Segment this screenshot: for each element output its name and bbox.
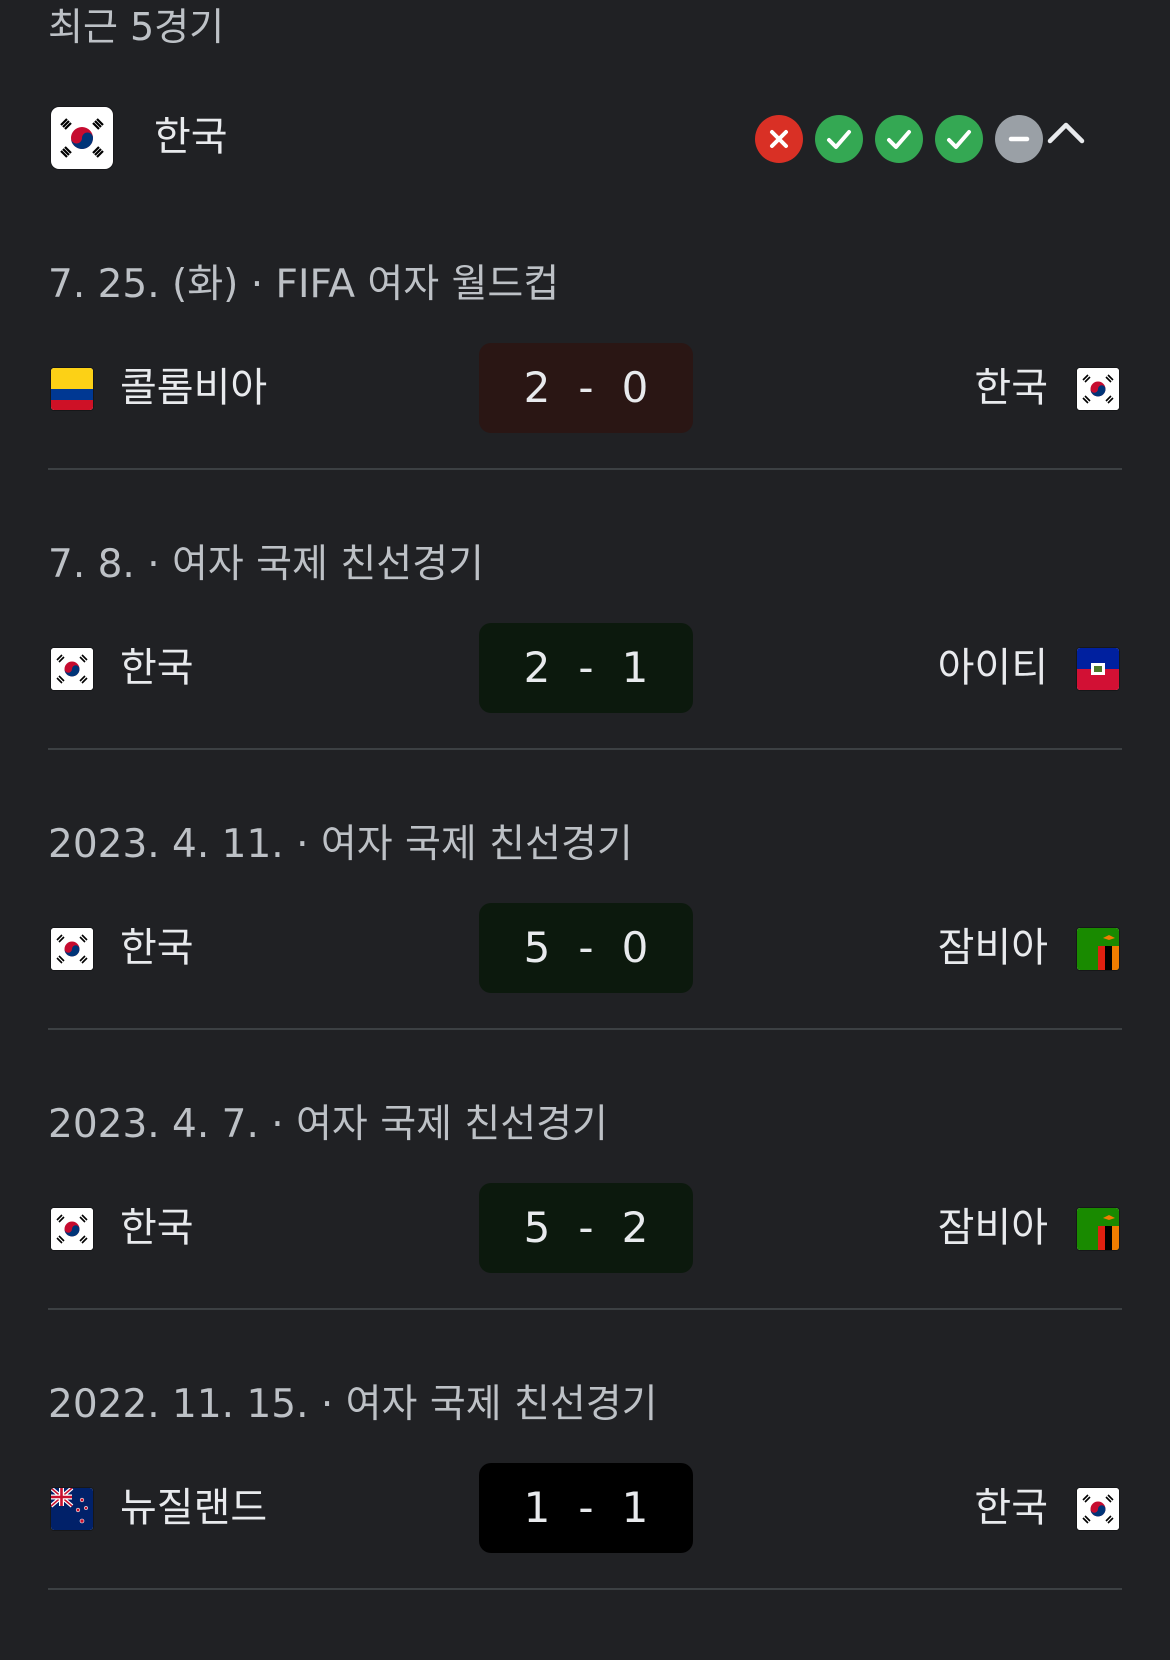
home-team-name: 한국: [120, 1205, 194, 1251]
home-team-name: 한국: [120, 925, 194, 971]
match-card[interactable]: 2023. 4. 11. · 여자 국제 친선경기 한국 5 - 0 잠비아: [48, 820, 1122, 1100]
match-divider: [48, 468, 1122, 470]
south-korea-flag-icon: [51, 1208, 93, 1250]
home-score: 1: [523, 1483, 551, 1532]
x-icon: [755, 115, 803, 163]
south-korea-flag-icon: [1077, 368, 1119, 410]
south-korea-flag-icon: [1077, 1488, 1119, 1530]
away-team-name: 아이티: [937, 645, 1048, 691]
home-team-name: 한국: [120, 645, 194, 691]
match-card[interactable]: 2022. 11. 15. · 여자 국제 친선경기 뉴질랜드 1 - 1 한국: [48, 1380, 1122, 1660]
home-score: 2: [523, 363, 551, 412]
away-score: 2: [621, 1203, 649, 1252]
match-date-competition: 2023. 4. 7. · 여자 국제 친선경기: [48, 1102, 608, 1147]
score-separator: -: [578, 1203, 594, 1252]
away-score: 0: [621, 363, 649, 412]
match-card[interactable]: 2023. 4. 7. · 여자 국제 친선경기 한국 5 - 2 잠비아: [48, 1100, 1122, 1380]
score-separator: -: [578, 363, 594, 412]
zambia-flag-icon: [1077, 1208, 1119, 1250]
south-korea-flag-icon: [51, 107, 113, 169]
home-team-name: 뉴질랜드: [120, 1485, 268, 1531]
score-separator: -: [578, 643, 594, 692]
check-icon: [815, 115, 863, 163]
check-icon: [875, 115, 923, 163]
match-date-competition: 7. 25. (화) · FIFA 여자 월드컵: [48, 262, 560, 307]
away-team-name: 잠비아: [937, 925, 1048, 971]
match-date-competition: 2023. 4. 11. · 여자 국제 친선경기: [48, 822, 633, 867]
check-icon: [935, 115, 983, 163]
match-date-competition: 2022. 11. 15. · 여자 국제 친선경기: [48, 1382, 658, 1427]
score-box: 5 - 0: [479, 903, 693, 993]
away-score: 0: [621, 923, 649, 972]
zambia-flag-icon: [1077, 928, 1119, 970]
away-team-name: 한국: [974, 1485, 1048, 1531]
away-team-name: 한국: [974, 365, 1048, 411]
team-form-header[interactable]: 한국: [48, 105, 1122, 173]
match-divider: [48, 1588, 1122, 1590]
new-zealand-flag-icon: [51, 1488, 93, 1530]
score-box: 2 - 1: [479, 623, 693, 713]
chevron-up-icon[interactable]: [1034, 107, 1098, 163]
team-name: 한국: [154, 114, 228, 160]
home-score: 5: [523, 1203, 551, 1252]
home-team-name: 콜롬비아: [120, 365, 268, 411]
score-separator: -: [578, 923, 594, 972]
south-korea-flag-icon: [51, 648, 93, 690]
score-box: 2 - 0: [479, 343, 693, 433]
match-divider: [48, 1308, 1122, 1310]
home-score: 5: [523, 923, 551, 972]
match-divider: [48, 748, 1122, 750]
score-box: 5 - 2: [479, 1183, 693, 1273]
match-date-competition: 7. 8. · 여자 국제 친선경기: [48, 542, 484, 587]
home-score: 2: [523, 643, 551, 692]
haiti-flag-icon: [1077, 648, 1119, 690]
south-korea-flag-icon: [51, 928, 93, 970]
score-separator: -: [578, 1483, 594, 1532]
colombia-flag-icon: [51, 368, 93, 410]
match-card[interactable]: 7. 8. · 여자 국제 친선경기 한국 2 - 1 아이티: [48, 540, 1122, 820]
away-score: 1: [621, 643, 649, 692]
recent-matches-title: 최근 5경기: [48, 5, 225, 49]
away-score: 1: [621, 1483, 649, 1532]
match-card[interactable]: 7. 25. (화) · FIFA 여자 월드컵 콜롬비아 2 - 0 한국: [48, 260, 1122, 540]
away-team-name: 잠비아: [937, 1205, 1048, 1251]
match-divider: [48, 1028, 1122, 1030]
score-box: 1 - 1: [479, 1463, 693, 1553]
